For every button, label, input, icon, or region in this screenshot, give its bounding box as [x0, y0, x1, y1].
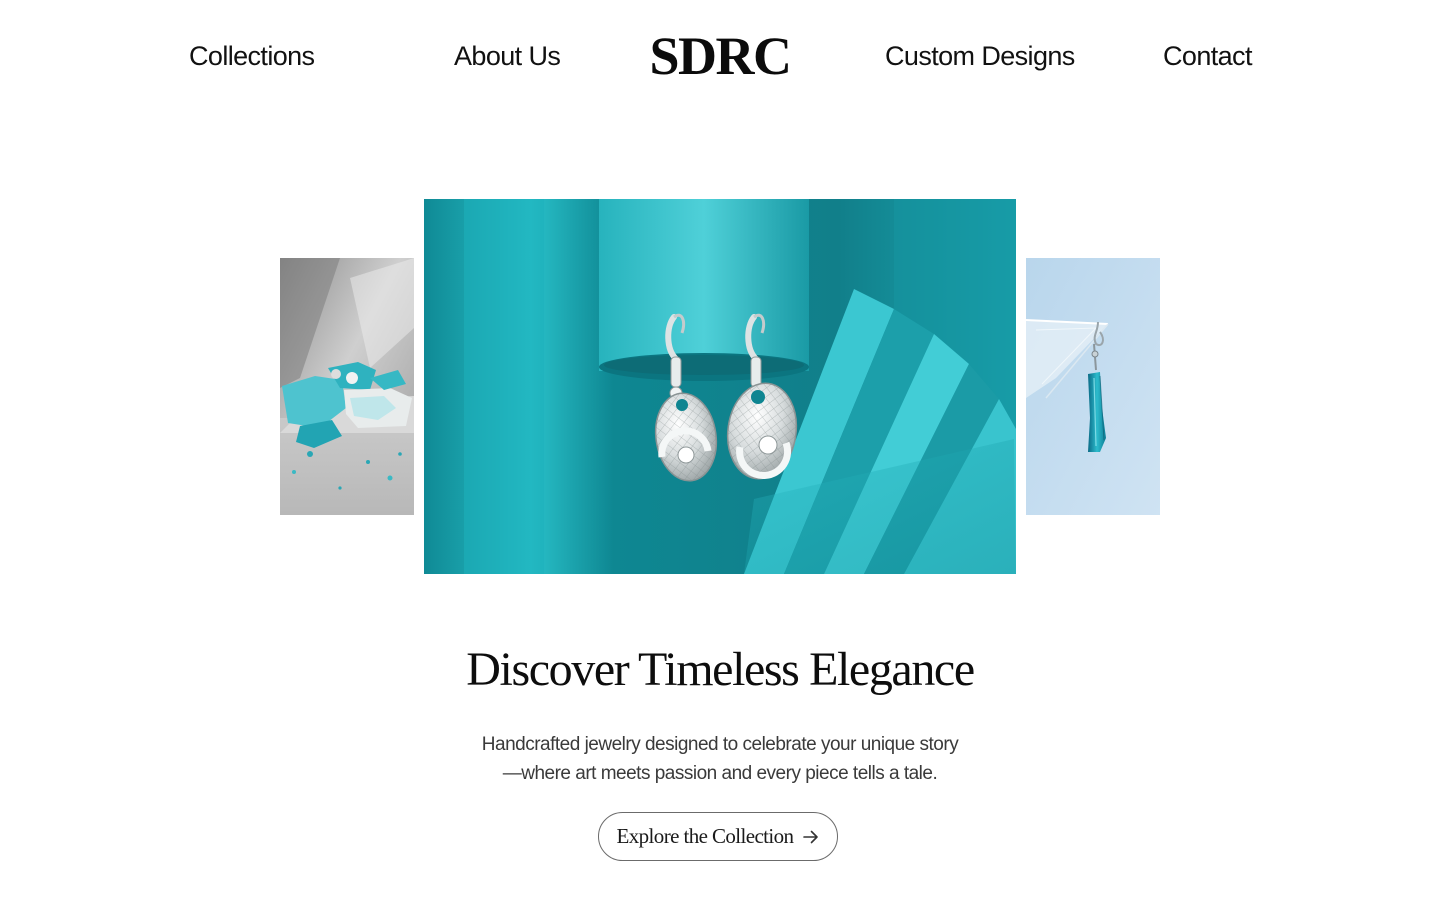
nav-about-link[interactable]: About Us	[454, 38, 561, 74]
silver-earrings-photo-icon	[424, 199, 1016, 574]
carousel-image-center[interactable]	[424, 199, 1016, 574]
carousel-image-left[interactable]	[280, 258, 414, 515]
hero-subtitle: Handcrafted jewelry designed to celebrat…	[460, 730, 980, 788]
hero-title: Discover Timeless Elegance	[466, 643, 975, 696]
hero-subtitle-line-2: —where art meets passion and every piece…	[502, 763, 938, 784]
nav-custom-designs-link[interactable]: Custom Designs	[885, 38, 1075, 74]
carousel-image-right[interactable]	[1026, 258, 1160, 515]
blue-drop-earring-photo-icon	[1026, 258, 1160, 515]
arrow-right-icon	[803, 830, 819, 844]
explore-collection-button[interactable]: Explore the Collection	[598, 812, 838, 861]
hero-subtitle-line-1: Handcrafted jewelry designed to celebrat…	[481, 734, 959, 755]
brand-logo[interactable]: SDRC	[649, 26, 792, 86]
turquoise-stones-photo-icon	[280, 258, 414, 515]
nav-contact-link[interactable]: Contact	[1163, 38, 1252, 74]
nav-collections-link[interactable]: Collections	[189, 38, 315, 74]
explore-collection-label: Explore the Collection	[616, 824, 795, 848]
